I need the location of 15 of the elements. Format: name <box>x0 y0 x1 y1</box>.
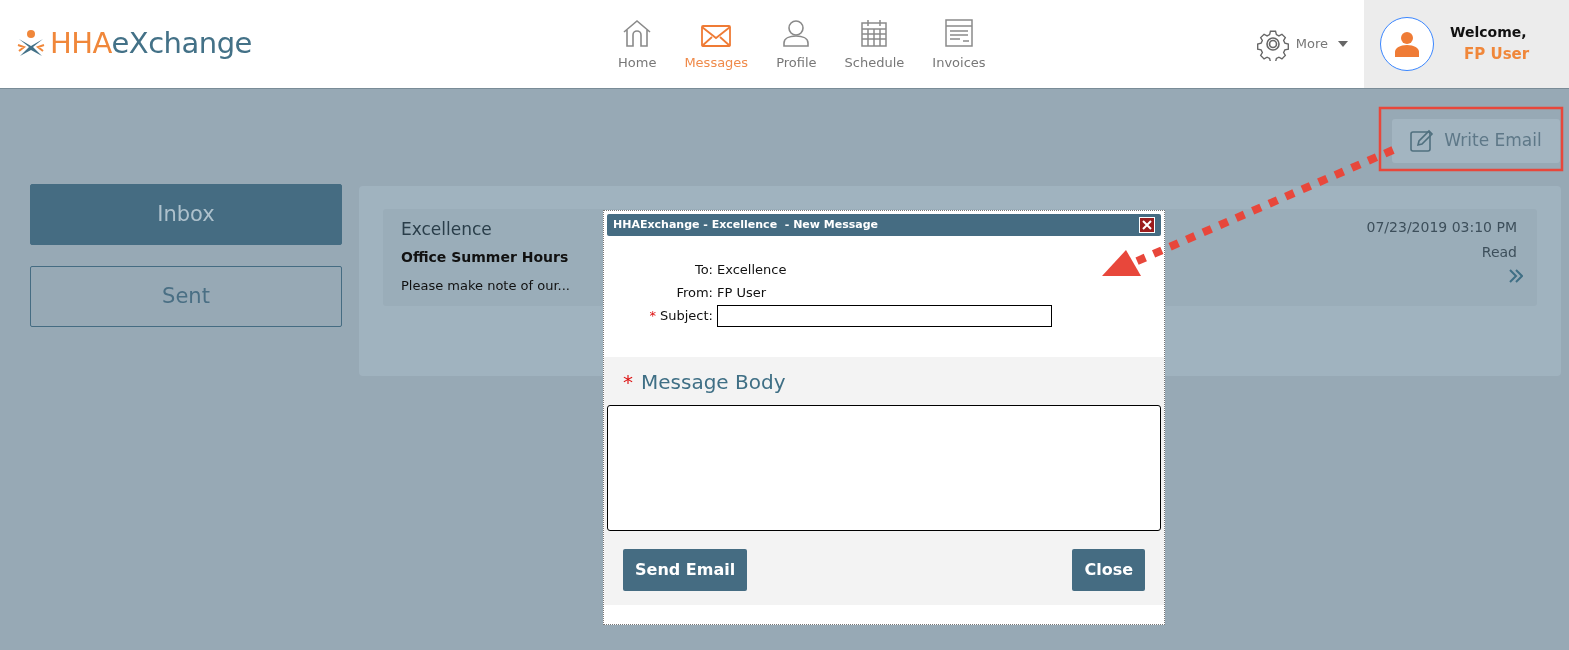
field-label: To: <box>693 260 713 279</box>
field-label: From: <box>675 283 713 302</box>
logo-text: HHAeXchange <box>50 25 252 63</box>
welcome-text: Welcome, <box>1450 23 1528 43</box>
user-name: FP User <box>1463 44 1530 66</box>
message-status: Read <box>1481 243 1517 262</box>
message-date: 07/23/2019 03:10 PM <box>1366 218 1517 237</box>
message-preview: Please make note of our... <box>401 276 570 295</box>
field-value: FP User <box>717 283 767 302</box>
sender-name: Excellence <box>401 218 493 241</box>
message-body-label: * Message Body <box>623 369 787 396</box>
message-subject: Office Summer Hours <box>401 247 570 267</box>
field-value: Excellence <box>717 260 787 279</box>
dialog-title: HHAExchange - Excellence - New Message <box>613 216 879 233</box>
field-label: * Subject: <box>648 306 713 325</box>
